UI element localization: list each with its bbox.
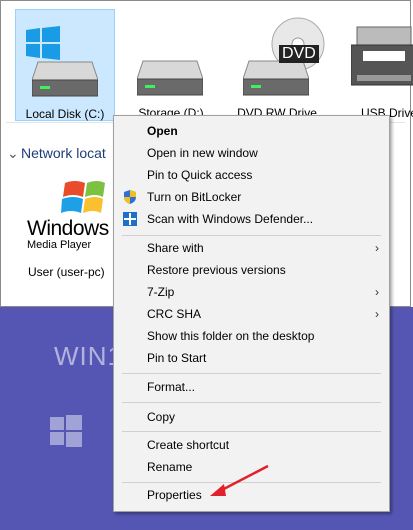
menu-item-label: Pin to Start — [147, 351, 207, 365]
drive-usb[interactable]: USB Drive — [333, 9, 413, 121]
drive-storage-d[interactable]: Storage (D:) — [121, 9, 221, 121]
menu-item-copy[interactable]: Copy — [114, 406, 389, 428]
menu-item-crc-sha[interactable]: CRC SHA › — [114, 303, 389, 325]
printer-icon — [351, 26, 413, 86]
windows-logo-icon — [26, 26, 60, 60]
menu-item-label: 7-Zip — [147, 285, 175, 299]
hard-drive-icon — [243, 60, 309, 96]
menu-item-label: Format... — [147, 380, 196, 394]
menu-item-label: CRC SHA — [147, 307, 202, 321]
context-menu: Open Open in new window Pin to Quick acc… — [113, 115, 390, 512]
shield-icon — [124, 190, 136, 204]
menu-item-scan-defender[interactable]: Scan with Windows Defender... — [114, 208, 389, 230]
menu-separator — [122, 431, 381, 432]
hard-drive-icon — [137, 60, 203, 96]
menu-item-label: Pin to Quick access — [147, 168, 253, 182]
menu-item-label: Show this folder on the desktop — [147, 329, 315, 343]
menu-item-properties[interactable]: Properties — [114, 484, 389, 506]
dvd-badge: DVD — [279, 45, 319, 63]
logo-text-windows: Windows — [27, 217, 109, 240]
logo-text-media-player: Media Player — [27, 239, 92, 251]
drive-dvd-rw[interactable]: DVD DVD RW Drive — [227, 9, 327, 121]
menu-item-show-on-desktop[interactable]: Show this folder on the desktop — [114, 325, 389, 347]
menu-separator — [122, 235, 381, 236]
menu-item-create-shortcut[interactable]: Create shortcut — [114, 434, 389, 456]
chevron-right-icon: › — [375, 307, 379, 321]
defender-icon — [123, 212, 137, 226]
chevron-down-icon: ⌄ — [7, 145, 19, 161]
menu-item-label: Create shortcut — [147, 438, 230, 452]
menu-item-bitlocker[interactable]: Turn on BitLocker — [114, 186, 389, 208]
menu-item-restore-versions[interactable]: Restore previous versions — [114, 259, 389, 281]
menu-item-open-new-window[interactable]: Open in new window — [114, 142, 389, 164]
menu-item-format[interactable]: Format... — [114, 376, 389, 398]
menu-item-label: Restore previous versions — [147, 263, 286, 277]
menu-separator — [122, 402, 381, 403]
hard-drive-icon — [32, 61, 98, 97]
drive-label: Local Disk (C:) — [25, 107, 105, 121]
menu-separator — [122, 373, 381, 374]
network-locations-label: Network locat — [21, 145, 106, 161]
chevron-right-icon: › — [375, 285, 379, 299]
menu-item-label: Copy — [147, 410, 176, 424]
menu-item-rename[interactable]: Rename — [114, 456, 389, 478]
menu-item-label: Scan with Windows Defender... — [147, 212, 314, 226]
watermark-logo — [50, 415, 82, 447]
menu-item-pin-quick-access[interactable]: Pin to Quick access — [114, 164, 389, 186]
menu-item-7zip[interactable]: 7-Zip › — [114, 281, 389, 303]
menu-item-label: Open in new window — [147, 146, 258, 160]
chevron-right-icon: › — [375, 241, 379, 255]
menu-item-label: Share with — [147, 241, 204, 255]
drive-local-disk-c[interactable]: Local Disk (C:) — [15, 9, 115, 121]
network-item-caption: User (user-pc) — [28, 265, 105, 279]
network-locations-header[interactable]: ⌄ Network locat — [7, 145, 106, 162]
menu-item-share-with[interactable]: Share with › — [114, 237, 389, 259]
menu-item-pin-start[interactable]: Pin to Start — [114, 347, 389, 369]
menu-item-label: Rename — [147, 460, 193, 474]
menu-item-open[interactable]: Open — [114, 120, 389, 142]
menu-separator — [122, 482, 381, 483]
menu-item-label: Properties — [147, 488, 202, 502]
menu-item-label: Turn on BitLocker — [147, 190, 242, 204]
menu-item-label: Open — [147, 124, 178, 138]
